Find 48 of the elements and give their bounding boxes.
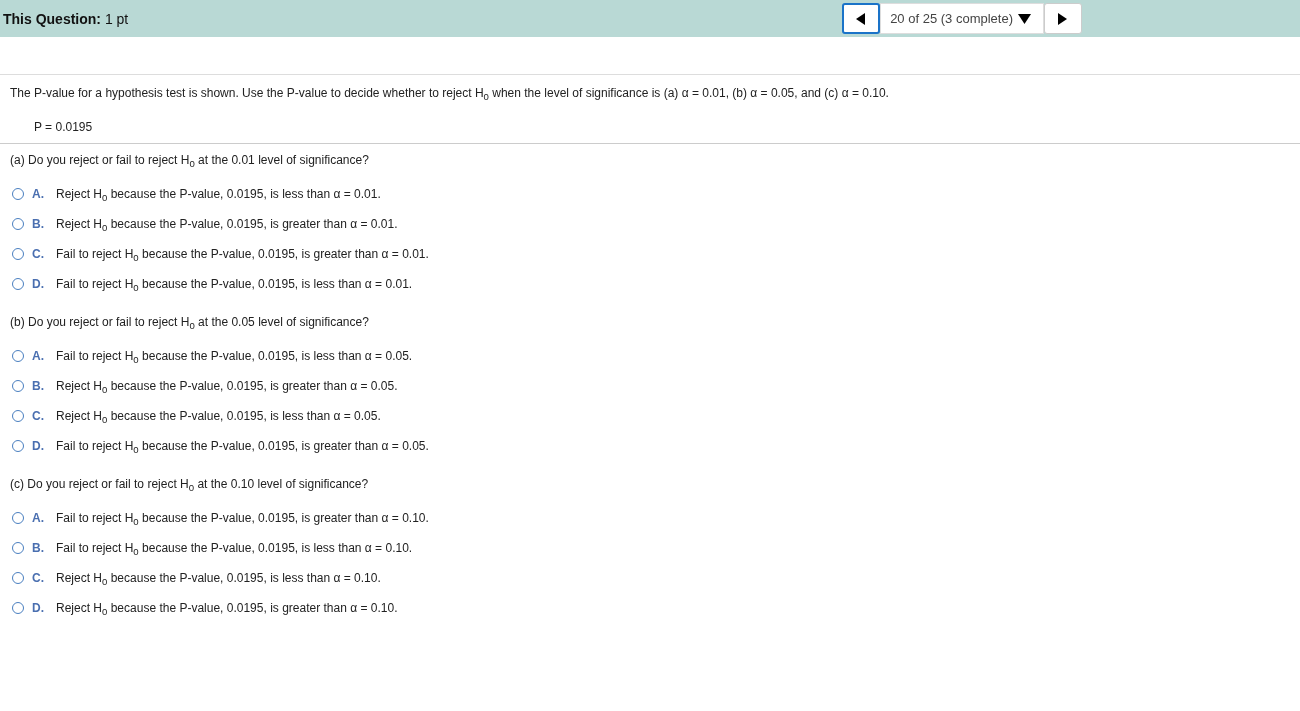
option-letter: B. <box>32 217 45 231</box>
option-text: Reject H$_{0}$ because the P-value, 0.0195, is greater than α = 0.10. <box>56 601 398 615</box>
option-letter: C. <box>32 571 45 585</box>
option-text: Reject H$_{0}$ because the P-value, 0.0195, is less than α = 0.05. <box>56 409 381 423</box>
radio-button[interactable] <box>12 440 24 452</box>
radio-button[interactable] <box>12 602 24 614</box>
question-text: (b) Do you reject or fail to reject H$_{0}$ at the 0.05 level of significance? <box>10 315 369 329</box>
option-letter: A. <box>32 349 45 363</box>
option-letter: A. <box>32 187 45 201</box>
option-text: Reject H$_{0}$ because the P-value, 0.0195, is less than α = 0.10. <box>56 571 381 585</box>
option-text: Reject H$_{0}$ because the P-value, 0.0195, is greater than α = 0.01. <box>56 217 398 231</box>
radio-button[interactable] <box>12 248 24 260</box>
radio-button[interactable] <box>12 572 24 584</box>
radio-button[interactable] <box>12 278 24 290</box>
option-text: Fail to reject H$_{0}$ because the P-value, 0.0195, is greater than α = 0.01. <box>56 247 429 261</box>
radio-button[interactable] <box>12 542 24 554</box>
option-letter: C. <box>32 247 45 261</box>
option-letter: C. <box>32 409 45 423</box>
option-text: Fail to reject H$_{0}$ because the P-value, 0.0195, is less than α = 0.10. <box>56 541 413 555</box>
radio-button[interactable] <box>12 380 24 392</box>
caret-icon <box>1018 13 1031 24</box>
radio-button[interactable] <box>12 188 24 200</box>
instructions-text: The P-value for a hypothesis test is shown. Use the P-value to decide whether to reject H$_{0}$ when the level of significance is (a) α = 0.01, (b) α = 0.05, and (c) α = 0.10. <box>10 86 889 100</box>
option-letter: D. <box>32 601 45 615</box>
option-text: Reject H$_{0}$ because the P-value, 0.0195, is less than α = 0.01. <box>56 187 381 201</box>
option-text: Fail to reject H$_{0}$ because the P-value, 0.0195, is less than α = 0.01. <box>56 277 413 291</box>
option-text: Reject H$_{0}$ because the P-value, 0.0195, is greater than α = 0.05. <box>56 379 398 393</box>
radio-button[interactable] <box>12 218 24 230</box>
question-points: This Question: 1 pt <box>3 10 129 27</box>
question-text: (a) Do you reject or fail to reject H$_{0}$ at the 0.01 level of significance? <box>10 153 369 167</box>
radio-button[interactable] <box>12 350 24 362</box>
option-letter: D. <box>32 439 45 453</box>
question-text: (c) Do you reject or fail to reject H$_{0}$ at the 0.10 level of significance? <box>10 477 369 491</box>
option-letter: B. <box>32 541 45 555</box>
option-letter: D. <box>32 277 45 291</box>
radio-button[interactable] <box>12 410 24 422</box>
next-button[interactable] <box>1044 3 1082 34</box>
option-text: Fail to reject H$_{0}$ because the P-value, 0.0195, is greater than α = 0.05. <box>56 439 429 453</box>
previous-button[interactable] <box>842 3 881 34</box>
right-triangle-icon <box>1058 12 1068 25</box>
option-letter: A. <box>32 511 45 525</box>
left-triangle-icon <box>856 12 867 25</box>
question-dropdown[interactable]: 20 of 25 (3 complete) <box>880 3 1044 34</box>
p-value-text: P = 0.0195 <box>34 120 93 134</box>
option-letter: B. <box>32 379 45 393</box>
option-text: Fail to reject H$_{0}$ because the P-value, 0.0195, is less than α = 0.05. <box>56 349 413 363</box>
option-text: Fail to reject H$_{0}$ because the P-value, 0.0195, is greater than α = 0.10. <box>56 511 429 525</box>
radio-button[interactable] <box>12 512 24 524</box>
